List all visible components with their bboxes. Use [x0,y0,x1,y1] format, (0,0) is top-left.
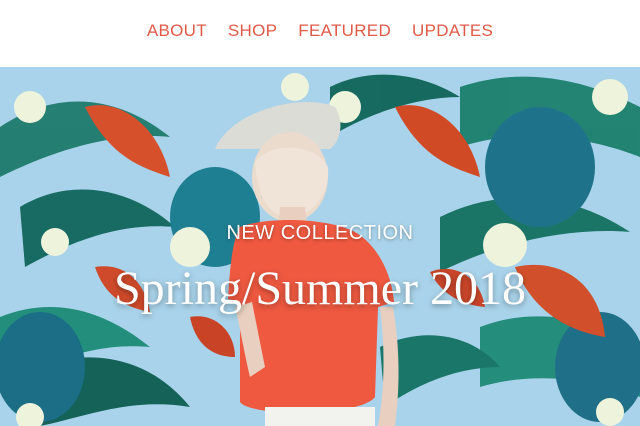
nav-link-about[interactable]: ABOUT [147,20,207,42]
hero-image [0,67,640,426]
top-navigation: ABOUT SHOP FEATURED UPDATES [0,0,640,67]
hero-kicker: NEW COLLECTION [226,222,414,244]
hero-headline: Spring/Summer 2018 [113,262,526,315]
main-nav: ABOUT SHOP FEATURED UPDATES [0,20,640,42]
nav-link-updates[interactable]: UPDATES [412,20,493,42]
hero-banner: NEW COLLECTION Spring/Summer 2018 [0,67,640,426]
nav-link-featured[interactable]: FEATURED [298,20,391,42]
nav-link-shop[interactable]: SHOP [228,20,277,42]
